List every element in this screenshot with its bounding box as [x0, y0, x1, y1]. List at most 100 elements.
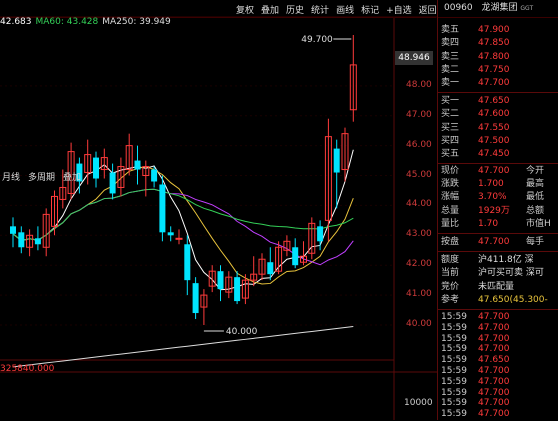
bid-row: 买三 47.550 [438, 122, 558, 135]
candle-body [134, 160, 141, 170]
stat-row: 涨幅 3.70% 最低 [438, 191, 558, 204]
ask-row-label: 卖三 [441, 51, 460, 62]
divider [438, 92, 558, 93]
chart-tabs: 月线 多周期 叠加 [2, 170, 89, 183]
candle-body [333, 148, 340, 173]
stat-row-label2: 最高 [526, 179, 545, 190]
candle-body [184, 244, 191, 281]
extra-row-label: 竞价 [441, 281, 460, 292]
extra-row-label: 参考 [441, 294, 460, 305]
stock-tag: GGT [520, 5, 534, 12]
candle-body [18, 232, 25, 248]
candle-body [34, 238, 41, 245]
extra-row: 参考 47.650(45.300- [438, 294, 558, 307]
price-axis-label: 42.00 [406, 259, 432, 270]
ma-legend-item: MA250: 39.949 [102, 17, 171, 27]
stat-row-label: 现价 [441, 166, 460, 176]
bid-row: 买四 47.500 [438, 135, 558, 148]
price-axis-label: 48.00 [406, 79, 432, 90]
extra-row-value: 沪411.8亿 深 [478, 255, 534, 265]
extra-row: 当前 沪可买可卖 深可 [438, 267, 558, 280]
ma20-line [12, 188, 354, 266]
extra-row-value: 47.650(45.300- [478, 294, 548, 305]
candle-body [317, 226, 324, 242]
toolbar-item-3[interactable]: 统计 [311, 6, 329, 16]
bid-row-label: 买五 [441, 149, 460, 160]
pan-row: 按盘 47.700 每手 [438, 236, 558, 249]
ma-legend-item: MA60: 43.428 [35, 17, 99, 27]
ma60-line [12, 188, 354, 242]
bid-row-label: 买二 [441, 109, 460, 120]
divider [438, 163, 558, 164]
ask-row: 卖一 47.700 [438, 77, 558, 90]
candle-body [292, 247, 299, 266]
candle-body [93, 157, 99, 179]
ask-row-value: 47.750 [478, 64, 510, 75]
ask-row-label: 卖五 [441, 25, 460, 35]
price-axis-label: 47.00 [406, 109, 432, 120]
low-label: 40.000 [226, 327, 258, 337]
extra-row-value: 未匹配量 [478, 281, 515, 292]
extra-row: 竞价 未匹配量 [438, 281, 558, 294]
candle-body [234, 277, 241, 302]
extra-row: 额度 沪411.8亿 深 [438, 254, 558, 267]
quote-panel: 00960 龙湖集团 GGT 卖五 47.900 卖四 47.850 卖三 47.800 卖… [437, 0, 558, 420]
toolbar-item-6[interactable]: +自选 [386, 6, 412, 16]
tick-row-label: 15:59 [441, 409, 467, 420]
stat-row-label: 量比 [441, 218, 460, 229]
toolbar-item-1[interactable]: 叠加 [261, 6, 279, 16]
stat-row-value: 1.70 [478, 218, 499, 229]
stat-row: 量比 1.70 市值H [438, 218, 558, 231]
ask-row: 卖五 47.900 [438, 24, 558, 37]
price-axis-label: 43.00 [406, 229, 432, 240]
ask-row: 卖三 47.800 [438, 51, 558, 64]
stat-row-value: 47.700 [478, 166, 510, 176]
bid-row-value: 47.600 [478, 109, 510, 120]
ma250-line [12, 326, 354, 368]
ask-row-label: 卖二 [441, 64, 460, 75]
bid-row-value: 47.650 [478, 96, 510, 106]
chart-tab[interactable]: 多周期 [28, 173, 55, 183]
bid-row: 买五 47.450 [438, 148, 558, 161]
stock-name: 龙湖集团 [481, 3, 518, 13]
price-axis-label: 48.946 [395, 50, 433, 65]
chart-tab[interactable]: 月线 [2, 173, 20, 183]
toolbar-item-2[interactable]: 历史 [286, 6, 304, 16]
toolbar-item-4[interactable]: 画线 [336, 6, 354, 16]
toolbar-item-7[interactable]: 返回 [419, 6, 437, 16]
ask-row-label: 卖一 [441, 78, 460, 89]
chart-tab[interactable]: 叠加 [63, 173, 81, 183]
candle-body [217, 271, 224, 290]
stat-row-label: 总量 [441, 205, 460, 216]
toolbar-item-5[interactable]: 标记 [361, 6, 379, 16]
stat-row-value: 3.70% [478, 192, 507, 203]
ma10-line [12, 166, 354, 285]
divider [438, 251, 558, 252]
toolbar-item-0[interactable]: 复权 [236, 6, 254, 16]
ask-row: 卖二 47.750 [438, 64, 558, 77]
bid-row-value: 47.500 [478, 135, 510, 146]
extra-row-value: 沪可买可卖 深可 [478, 268, 544, 279]
stat-row-label2: 最低 [526, 192, 545, 203]
bid-row-label: 买三 [441, 122, 460, 133]
bid-row-value: 47.550 [478, 122, 510, 133]
candle-body [151, 169, 158, 182]
stat-row-label: 涨幅 [441, 192, 460, 203]
stat-row: 涨跌 1.700 最高 [438, 178, 558, 191]
high-label: 49.700 [301, 35, 333, 45]
price-axis-label: 44.00 [406, 199, 432, 210]
stat-row-label: 涨跌 [441, 179, 460, 190]
stat-row-value: 1.700 [478, 179, 504, 190]
ask-row-value: 47.850 [478, 38, 510, 49]
chart-toolbar: 复权 叠加 历史 统计 画线 标记 +自选 返回 [236, 3, 444, 16]
tick-row-value: 47.700 [478, 409, 510, 420]
price-axis-label: 41.00 [406, 289, 432, 300]
price-axis-label: 46.00 [406, 139, 432, 150]
bid-row: 买一 47.650 [438, 95, 558, 108]
ask-row-label: 卖四 [441, 38, 460, 49]
ask-row-value: 47.900 [478, 25, 510, 35]
kline-chart[interactable]: 49.700 40.000 [0, 0, 437, 420]
ma-legend: 42.683 MA60: 43.428 MA250: 39.949 [0, 17, 175, 27]
pan-row-value: 47.700 [478, 237, 510, 247]
candle-body [175, 237, 183, 240]
